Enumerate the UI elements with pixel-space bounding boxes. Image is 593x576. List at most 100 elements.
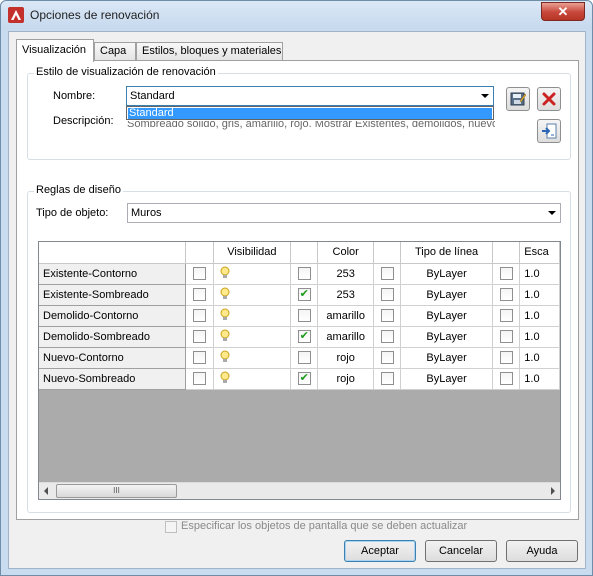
linetype-value[interactable]: ByLayer <box>400 326 493 348</box>
column-header-scale-check[interactable] <box>492 242 521 264</box>
color-value[interactable]: 253 <box>317 263 374 285</box>
visibility-cell[interactable] <box>213 326 291 348</box>
visibility-cell[interactable] <box>213 284 291 306</box>
column-header-visibility[interactable]: Visibilidad <box>213 242 291 264</box>
linetype-checkbox[interactable] <box>380 330 394 343</box>
column-header-color[interactable]: Color <box>317 242 374 264</box>
color-checkbox[interactable] <box>297 351 311 364</box>
scale-checkbox[interactable] <box>499 351 513 364</box>
color-value[interactable]: amarillo <box>317 326 374 348</box>
chevron-down-icon[interactable] <box>481 94 489 98</box>
delete-style-button[interactable] <box>537 87 561 111</box>
visibility-checkbox[interactable] <box>193 372 207 385</box>
save-style-button[interactable] <box>506 87 530 111</box>
linetype-value[interactable]: ByLayer <box>400 305 493 327</box>
cancel-button[interactable]: Cancelar <box>425 540 497 562</box>
color-checkbox[interactable] <box>297 267 311 280</box>
lightbulb-icon[interactable] <box>220 266 230 282</box>
column-header-linetype[interactable]: Tipo de línea <box>400 242 493 264</box>
linetype-checkbox-cell[interactable] <box>373 305 402 327</box>
linetype-value[interactable]: ByLayer <box>400 368 493 390</box>
linetype-checkbox[interactable] <box>380 309 394 322</box>
scale-checkbox[interactable] <box>499 309 513 322</box>
lightbulb-icon[interactable] <box>220 287 230 303</box>
linetype-checkbox-cell[interactable] <box>373 263 402 285</box>
color-value[interactable]: rojo <box>317 347 374 369</box>
close-button[interactable]: ✕ <box>541 2 585 21</box>
update-screen-checkbox[interactable] <box>165 521 177 533</box>
scale-checkbox[interactable] <box>499 330 513 343</box>
tab-visualizacion[interactable]: Visualización <box>16 39 94 62</box>
color-checkbox-cell[interactable]: ✔ <box>290 368 319 390</box>
scale-checkbox-cell[interactable] <box>492 305 521 327</box>
column-header-linetype-check[interactable] <box>373 242 402 264</box>
lightbulb-icon[interactable] <box>220 350 230 366</box>
scale-value[interactable]: 1.0 <box>519 368 560 390</box>
scale-value[interactable]: 1.0 <box>519 347 560 369</box>
object-type-combobox[interactable]: Muros <box>127 203 561 223</box>
scale-value[interactable]: 1.0 <box>519 326 560 348</box>
visibility-cell[interactable] <box>213 347 291 369</box>
row-name[interactable]: Existente-Sombreado <box>39 284 187 306</box>
help-button[interactable]: Ayuda <box>506 540 578 562</box>
linetype-checkbox[interactable] <box>380 351 394 364</box>
scale-checkbox-cell[interactable] <box>492 263 521 285</box>
visibility-checkbox-cell[interactable] <box>185 347 214 369</box>
scale-checkbox-cell[interactable] <box>492 284 521 306</box>
visibility-cell[interactable] <box>213 263 291 285</box>
accept-button[interactable]: Aceptar <box>344 540 416 562</box>
scale-value[interactable]: 1.0 <box>519 305 560 327</box>
visibility-cell[interactable] <box>213 305 291 327</box>
scroll-left-icon[interactable] <box>44 487 48 495</box>
tab-estilos[interactable]: Estilos, bloques y materiales <box>136 42 283 61</box>
scale-checkbox-cell[interactable] <box>492 368 521 390</box>
row-name[interactable]: Nuevo-Contorno <box>39 347 187 369</box>
scale-value[interactable]: 1.0 <box>519 284 560 306</box>
table-row[interactable]: Demolido-Sombreado ✔ amarillo ByLayer 1.0 <box>39 326 560 348</box>
color-value[interactable]: amarillo <box>317 305 374 327</box>
table-row[interactable]: Demolido-Contorno amarillo ByLayer 1.0 <box>39 305 560 327</box>
row-name[interactable]: Existente-Contorno <box>39 263 187 285</box>
title-bar[interactable]: Opciones de renovación ✕ <box>1 1 592 29</box>
column-header-scale[interactable]: Esca <box>519 242 560 264</box>
color-checkbox-cell[interactable] <box>290 347 319 369</box>
linetype-checkbox-cell[interactable] <box>373 368 402 390</box>
color-checkbox[interactable]: ✔ <box>297 330 311 343</box>
scroll-right-icon[interactable] <box>551 487 555 495</box>
visibility-checkbox-cell[interactable] <box>185 284 214 306</box>
linetype-checkbox-cell[interactable] <box>373 284 402 306</box>
linetype-value[interactable]: ByLayer <box>400 263 493 285</box>
name-combobox[interactable]: Standard <box>126 86 494 106</box>
dropdown-option-standard[interactable]: Standard <box>128 108 492 119</box>
scale-checkbox[interactable] <box>499 267 513 280</box>
scale-checkbox-cell[interactable] <box>492 347 521 369</box>
linetype-checkbox-cell[interactable] <box>373 347 402 369</box>
lightbulb-icon[interactable] <box>220 308 230 324</box>
color-checkbox[interactable]: ✔ <box>297 372 311 385</box>
scale-value[interactable]: 1.0 <box>519 263 560 285</box>
table-row[interactable]: Nuevo-Sombreado ✔ rojo ByLayer 1.0 <box>39 368 560 390</box>
table-row[interactable]: Nuevo-Contorno rojo ByLayer 1.0 <box>39 347 560 369</box>
color-checkbox-cell[interactable]: ✔ <box>290 284 319 306</box>
import-style-button[interactable] <box>537 119 561 143</box>
visibility-checkbox[interactable] <box>193 288 207 301</box>
scale-checkbox[interactable] <box>499 372 513 385</box>
visibility-checkbox-cell[interactable] <box>185 368 214 390</box>
linetype-checkbox[interactable] <box>380 288 394 301</box>
scale-checkbox[interactable] <box>499 288 513 301</box>
lightbulb-icon[interactable] <box>220 329 230 345</box>
linetype-value[interactable]: ByLayer <box>400 347 493 369</box>
chevron-down-icon[interactable] <box>548 211 556 215</box>
row-name[interactable]: Demolido-Contorno <box>39 305 187 327</box>
visibility-checkbox-cell[interactable] <box>185 263 214 285</box>
color-value[interactable]: rojo <box>317 368 374 390</box>
scale-checkbox-cell[interactable] <box>492 326 521 348</box>
column-header-color-check[interactable] <box>290 242 319 264</box>
table-row[interactable]: Existente-Sombreado ✔ 253 ByLayer 1.0 <box>39 284 560 306</box>
visibility-checkbox[interactable] <box>193 351 207 364</box>
color-checkbox-cell[interactable]: ✔ <box>290 326 319 348</box>
horizontal-scrollbar[interactable]: III <box>39 482 560 499</box>
column-header-visibility-check[interactable] <box>185 242 214 264</box>
color-checkbox[interactable]: ✔ <box>297 288 311 301</box>
lightbulb-icon[interactable] <box>220 371 230 387</box>
